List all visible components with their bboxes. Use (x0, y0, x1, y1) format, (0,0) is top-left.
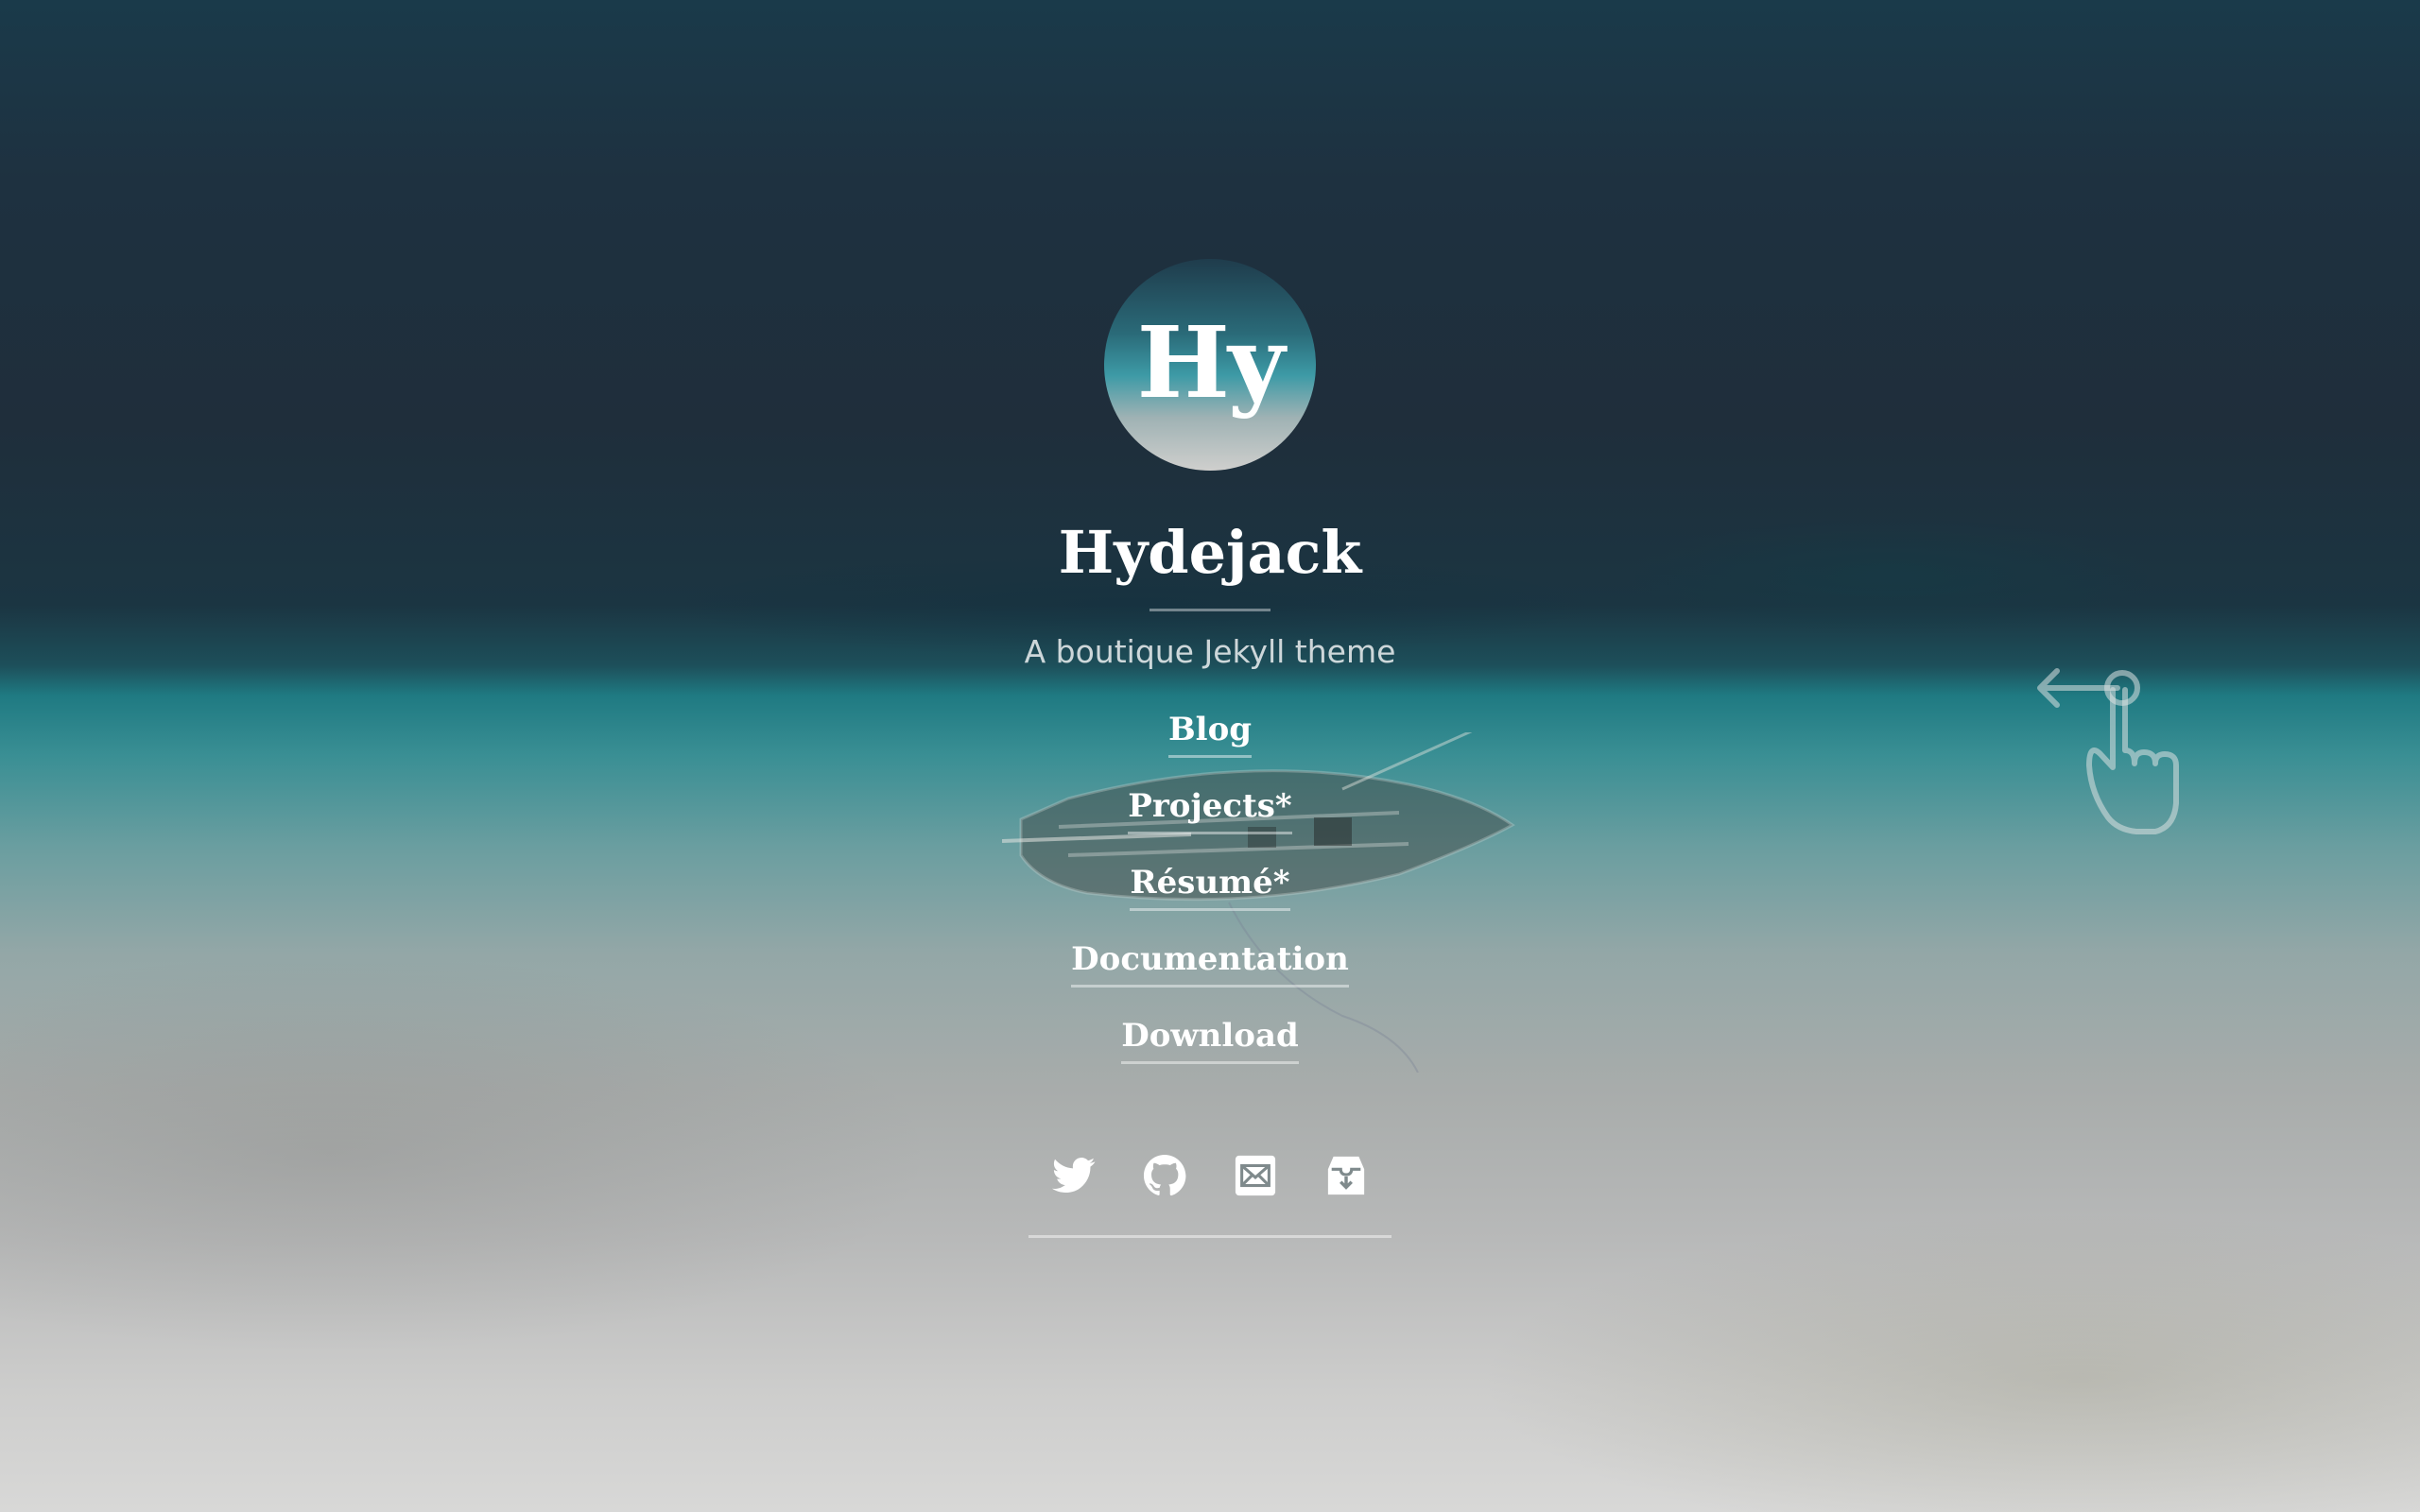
nav-item-resume[interactable]: Résumé* (1130, 864, 1290, 911)
rss-icon (1327, 1156, 1365, 1195)
site-tagline: A boutique Jekyll theme (1024, 633, 1396, 670)
rss-link[interactable] (1323, 1153, 1369, 1198)
twitter-link[interactable] (1051, 1153, 1097, 1198)
site-title[interactable]: Hydejack (926, 518, 1494, 587)
email-icon (1235, 1155, 1276, 1196)
nav-item-documentation[interactable]: Documentation (1071, 940, 1349, 988)
title-divider (1150, 609, 1270, 611)
nav-item-blog[interactable]: Blog (1167, 711, 1253, 758)
email-link[interactable] (1233, 1153, 1278, 1198)
github-link[interactable] (1142, 1153, 1187, 1198)
avatar-logo[interactable]: Hy (1104, 259, 1316, 471)
sidebar-nav: Blog Projects* Résumé* Documentation Dow… (926, 711, 1494, 1093)
nav-item-projects[interactable]: Projects* (1128, 787, 1292, 834)
nav-item-download[interactable]: Download (1121, 1017, 1299, 1064)
social-links (1040, 1153, 1380, 1198)
social-divider (1028, 1235, 1392, 1238)
swipe-left-hand-icon[interactable] (2032, 662, 2184, 850)
avatar-text: Hy (1136, 303, 1286, 421)
twitter-icon (1052, 1158, 1096, 1194)
github-icon (1143, 1154, 1186, 1196)
